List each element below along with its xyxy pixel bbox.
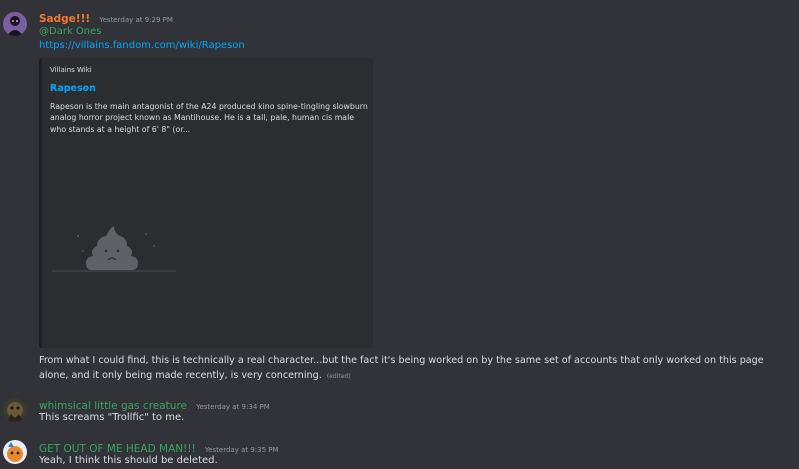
link-embed: Villains Wiki Rapeson Rapeson is the mai… — [39, 58, 373, 348]
mention-line: @Dark Ones — [39, 25, 101, 39]
avatar-creature-icon — [3, 398, 27, 422]
timestamp[interactable]: Yesterday at 9:29 PM — [99, 16, 173, 24]
avatar[interactable] — [3, 440, 27, 464]
message-text: From what I could find, this is technica… — [39, 355, 764, 381]
timestamp[interactable]: Yesterday at 9:35 PM — [205, 446, 279, 454]
chat-message-list: Sadge!!! Yesterday at 9:29 PM @Dark Ones… — [0, 0, 799, 469]
timestamp[interactable]: Yesterday at 9:34 PM — [196, 403, 270, 411]
avatar[interactable] — [3, 398, 27, 422]
avatar-dark-figure-icon — [3, 12, 27, 36]
message-body: From what I could find, this is technica… — [39, 354, 794, 384]
sad-poop-placeholder-icon[interactable] — [50, 206, 180, 296]
link-line: https://villains.fandom.com/wiki/Rapeson — [39, 39, 245, 53]
embed-provider[interactable]: Villains Wiki — [50, 66, 92, 74]
avatar[interactable] — [3, 12, 27, 36]
embed-description: Rapeson is the main antagonist of the A2… — [50, 102, 368, 134]
message-text: This screams "Trollfic" to me. — [39, 412, 185, 423]
user-mention[interactable]: @Dark Ones — [39, 26, 101, 37]
wiki-link[interactable]: https://villains.fandom.com/wiki/Rapeson — [39, 40, 245, 51]
message-text: Yeah, I think this should be deleted. — [39, 455, 218, 466]
author-name[interactable]: Sadge!!! — [39, 13, 90, 25]
embed-title[interactable]: Rapeson — [50, 83, 96, 94]
edited-label[interactable]: (edited) — [327, 373, 351, 380]
avatar-orange-character-icon — [3, 440, 27, 464]
